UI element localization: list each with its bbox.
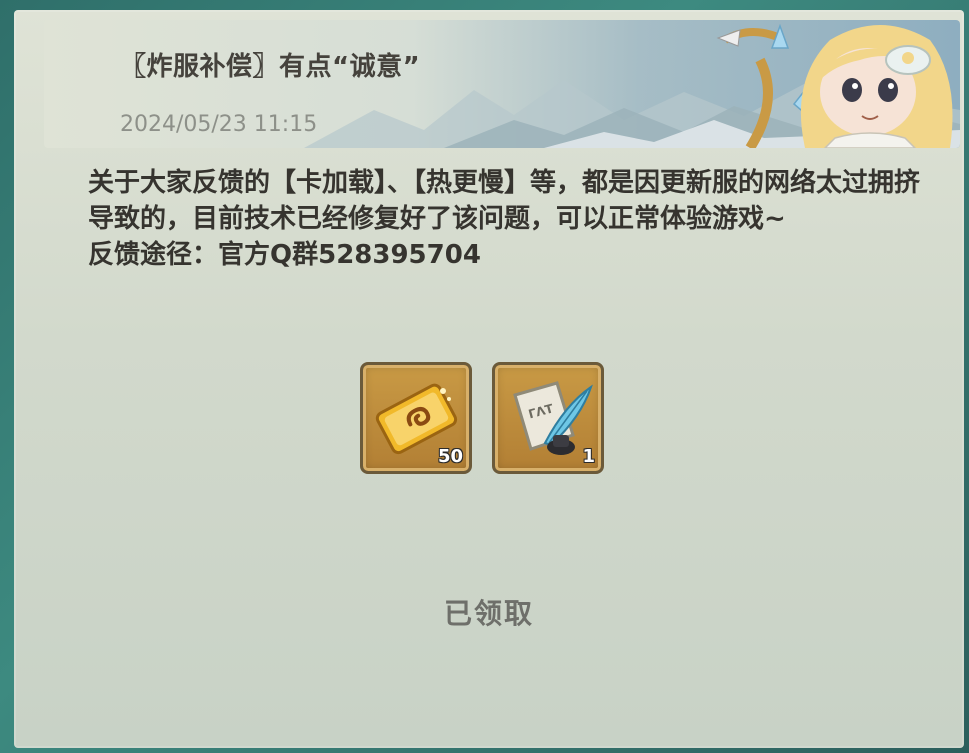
mail-timestamp: 2024/05/23 11:15 (120, 112, 318, 137)
mail-header-banner: 〖炸服补偿〗有点“诚意” 2024/05/23 11:15 (44, 20, 960, 148)
claimed-status-label: 已领取 (443, 597, 534, 630)
reward-count: 50 (437, 446, 463, 467)
mail-body-contact: 反馈途径：官方Q群528395704 (88, 240, 481, 270)
reward-slot-scroll-quill[interactable]: ΓΛΤ 1 (492, 362, 604, 474)
character-portrait (716, 23, 953, 148)
mail-body-message: 关于大家反馈的【卡加载】、【热更慢】等，都是因更新服的网络太过拥挤导致的，目前技… (88, 168, 921, 234)
reward-count: 1 (582, 446, 595, 467)
mail-body: 关于大家反馈的【卡加载】、【热更慢】等，都是因更新服的网络太过拥挤导致的，目前技… (88, 165, 928, 273)
reward-slot-gold-ticket[interactable]: 50 (360, 362, 472, 474)
mail-detail-panel: 〖炸服补偿〗有点“诚意” 2024/05/23 11:15 关于大家反馈的【卡加… (14, 10, 964, 748)
mail-title: 〖炸服补偿〗有点“诚意” (120, 52, 421, 82)
